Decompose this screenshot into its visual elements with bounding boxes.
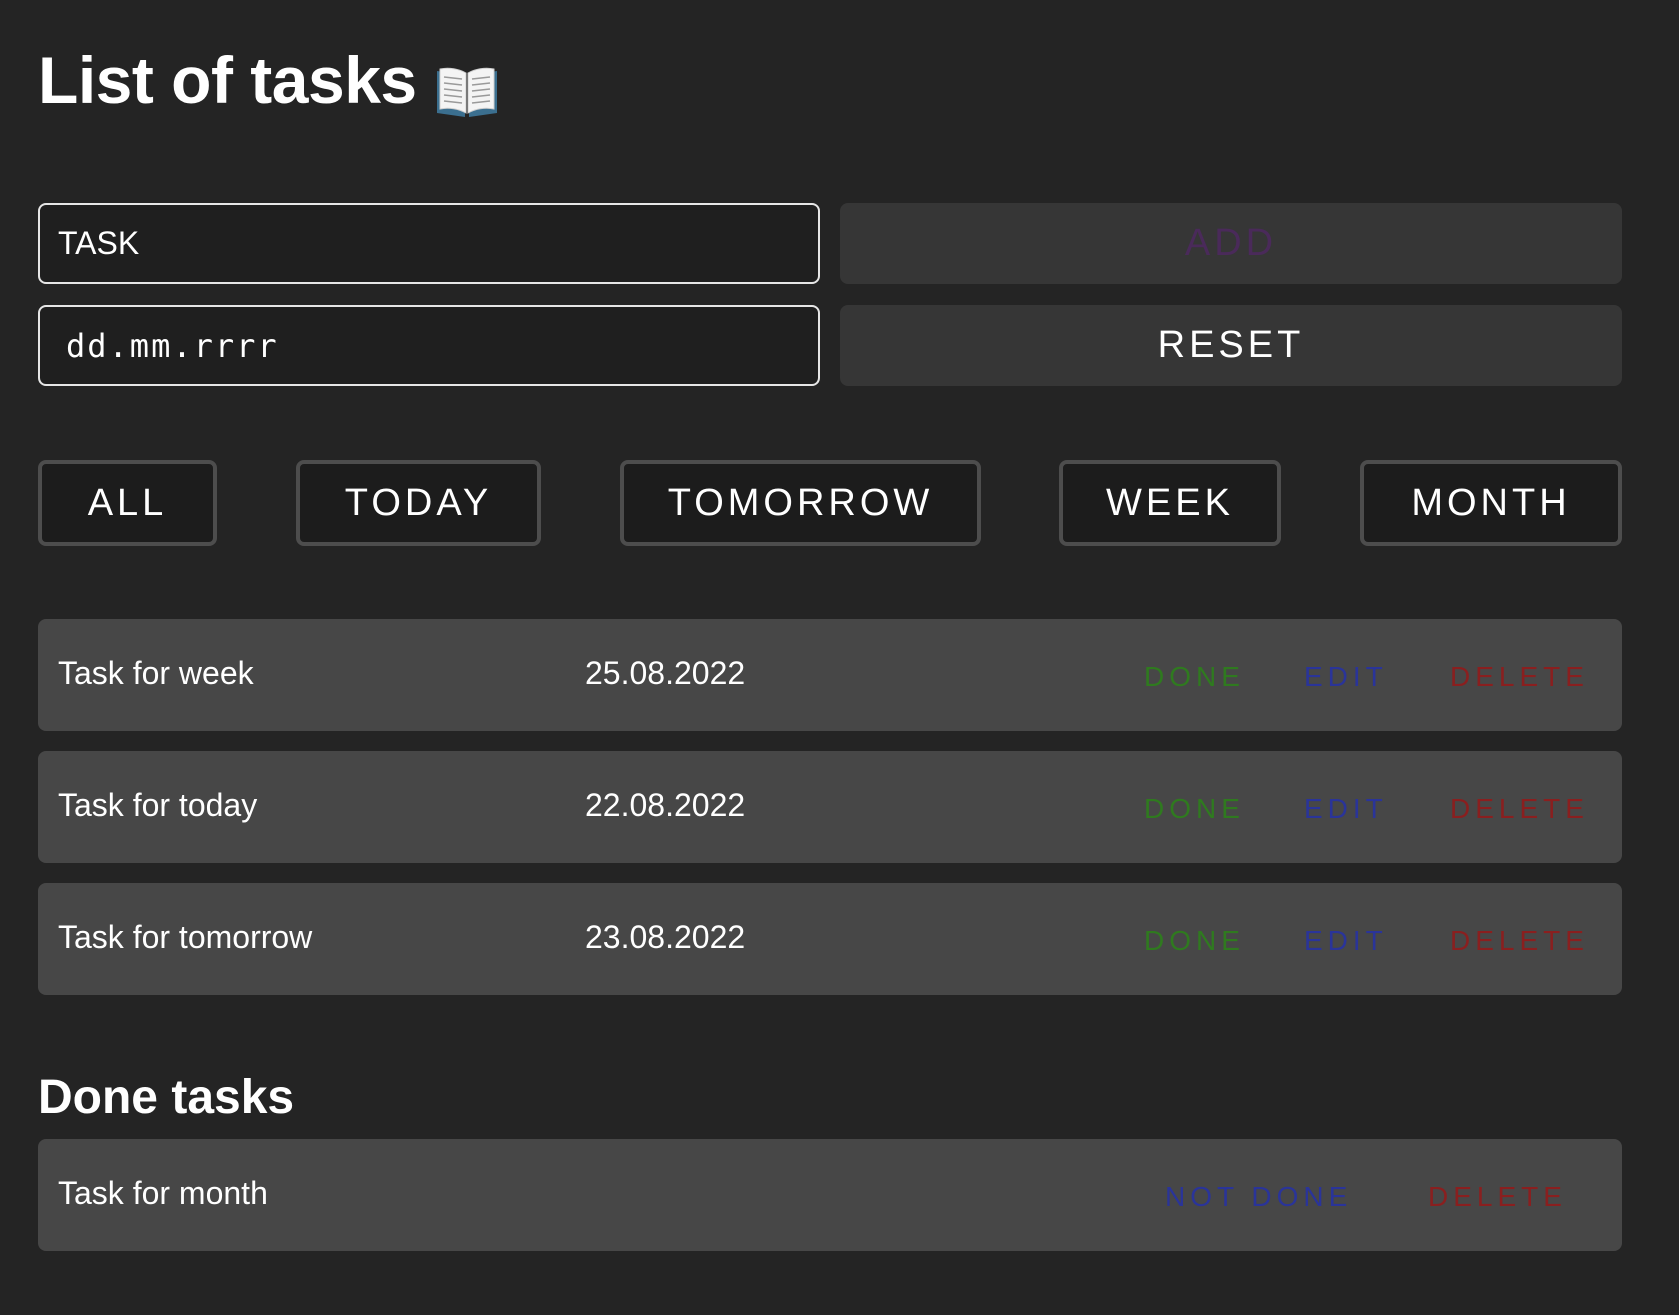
reset-button[interactable]: RESET [840,305,1622,386]
delete-button[interactable]: DELETE [1450,619,1589,735]
date-input[interactable] [38,305,820,386]
filter-all-button[interactable]: ALL [38,460,217,546]
delete-button[interactable]: DELETE [1428,1139,1567,1255]
open-book-icon [435,56,499,117]
task-name: Task for tomorrow [58,919,313,955]
page-title: List of tasks [38,40,499,120]
edit-button[interactable]: EDIT [1304,751,1388,867]
task-row: Task for tomorrow 23.08.2022 DONE EDIT D… [38,883,1622,995]
task-date: 22.08.2022 [585,787,746,823]
task-app: List of tasks TASK ADD dd.mm.rrrr RESET … [0,0,1679,1315]
add-button[interactable]: ADD [840,203,1622,284]
task-name: Task for week [58,655,254,691]
done-task-row: Task for month NOT DONE DELETE [38,1139,1622,1251]
filter-tomorrow-button[interactable]: TOMORROW [620,460,981,546]
done-tasks-heading: Done tasks [38,1071,295,1124]
filter-week-button[interactable]: WEEK [1059,460,1281,546]
done-button[interactable]: DONE [1144,619,1245,735]
page-title-text: List of tasks [38,43,417,117]
task-date: 25.08.2022 [585,655,746,691]
task-row: Task for today 22.08.2022 DONE EDIT DELE… [38,751,1622,863]
done-button[interactable]: DONE [1144,883,1245,999]
edit-button[interactable]: EDIT [1304,883,1388,999]
edit-button[interactable]: EDIT [1304,619,1388,735]
task-name: Task for today [58,787,258,823]
task-row: Task for week 25.08.2022 DONE EDIT DELET… [38,619,1622,731]
task-date: 23.08.2022 [585,919,746,955]
filter-month-button[interactable]: MONTH [1360,460,1622,546]
not-done-button[interactable]: NOT DONE [1165,1139,1352,1255]
task-input[interactable] [38,203,820,284]
delete-button[interactable]: DELETE [1450,883,1589,999]
filter-today-button[interactable]: TODAY [296,460,541,546]
delete-button[interactable]: DELETE [1450,751,1589,867]
done-button[interactable]: DONE [1144,751,1245,867]
task-name: Task for month [58,1175,268,1211]
